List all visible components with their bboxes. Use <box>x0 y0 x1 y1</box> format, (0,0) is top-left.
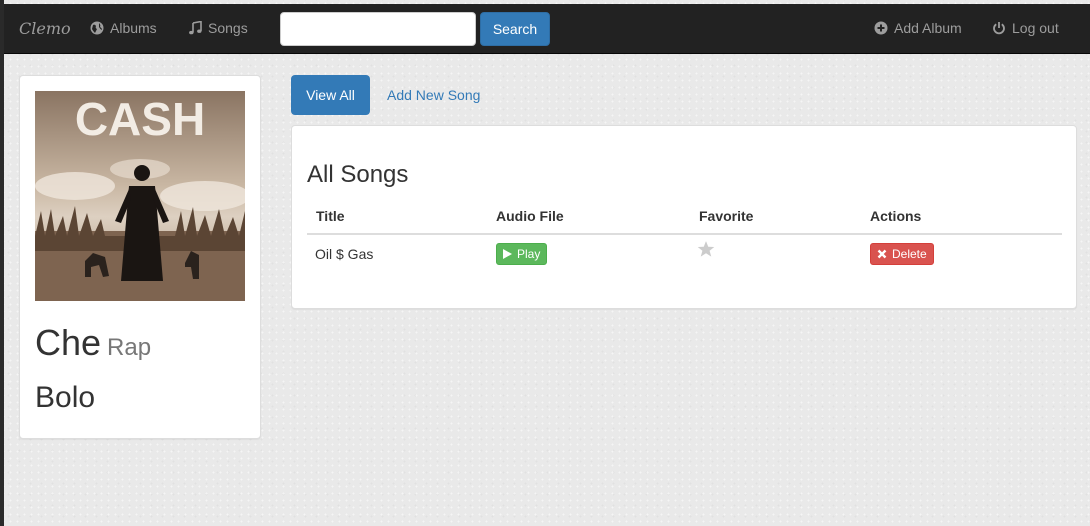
power-icon <box>993 22 1005 35</box>
nav-songs-label: Songs <box>208 20 248 36</box>
play-icon <box>503 249 512 259</box>
album-cover-image[interactable]: CASH <box>35 91 245 301</box>
remove-icon <box>877 249 887 259</box>
song-title: Oil $ Gas <box>315 246 374 262</box>
plus-circle-icon <box>874 21 888 35</box>
play-button[interactable]: Play <box>496 243 548 265</box>
music-note-icon <box>189 21 202 35</box>
delete-label: Delete <box>892 247 927 261</box>
add-album-label: Add Album <box>894 20 962 36</box>
tab-view-all[interactable]: View All <box>291 75 370 115</box>
top-navbar: Clemo Albums Songs Search Add Album Log … <box>4 4 1090 54</box>
window-edge <box>0 0 4 526</box>
album-genre: Rap <box>107 334 152 361</box>
search-button[interactable]: Search <box>480 12 550 46</box>
album-cover-text: CASH <box>75 93 205 145</box>
tab-add-new-song[interactable]: Add New Song <box>387 87 480 103</box>
nav-albums-label: Albums <box>110 20 157 36</box>
brand-logo[interactable]: Clemo <box>19 19 71 38</box>
logout-link[interactable]: Log out <box>992 20 1059 36</box>
songs-panel: All Songs Title Audio File Favorite Acti… <box>291 125 1077 309</box>
delete-button[interactable]: Delete <box>870 243 934 265</box>
logout-label: Log out <box>1012 20 1059 36</box>
column-header-title: Title <box>316 208 345 224</box>
column-header-audio-file: Audio File <box>496 208 564 224</box>
play-label: Play <box>517 247 541 261</box>
songs-heading: All Songs <box>307 161 409 188</box>
search-input[interactable] <box>280 12 476 46</box>
globe-icon <box>90 21 104 35</box>
nav-songs-link[interactable]: Songs <box>188 20 248 36</box>
album-title: Che <box>35 322 102 363</box>
add-album-link[interactable]: Add Album <box>874 20 962 36</box>
column-header-favorite: Favorite <box>699 208 754 224</box>
favorite-star-icon[interactable] <box>697 240 715 258</box>
album-artist: Bolo <box>35 381 96 414</box>
nav-albums-link[interactable]: Albums <box>90 20 157 36</box>
table-header-divider <box>307 233 1062 235</box>
album-title-row: Che Rap <box>35 322 151 364</box>
album-info-panel: CASH Che Rap Bolo <box>19 75 261 439</box>
column-header-actions: Actions <box>870 208 922 224</box>
